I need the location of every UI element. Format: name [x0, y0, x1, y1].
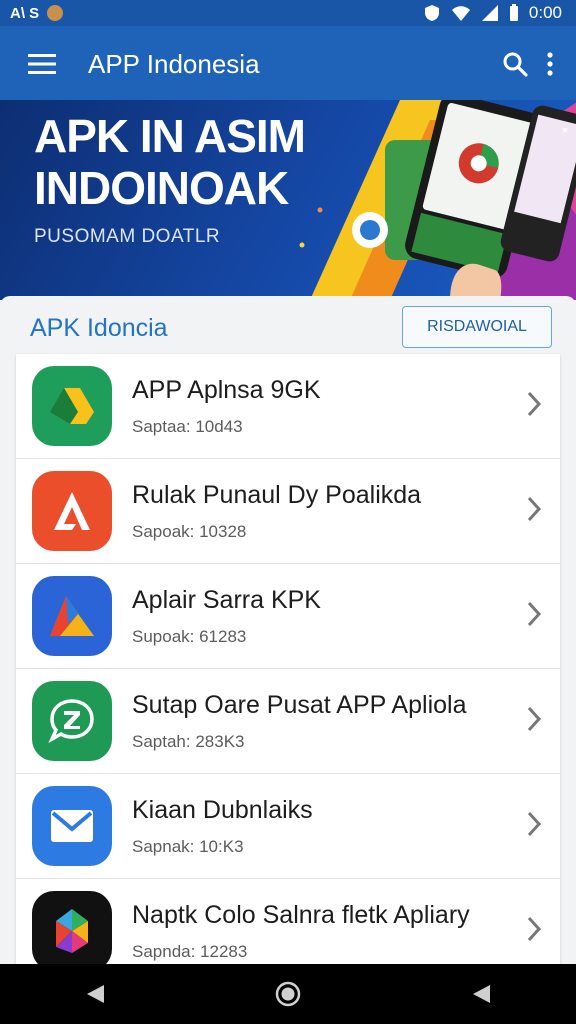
chevron-right-icon — [527, 391, 542, 417]
diamond-logo-icon — [56, 909, 88, 953]
letter-a-icon — [54, 492, 90, 530]
menu-button[interactable] — [12, 53, 72, 75]
shield-icon — [424, 5, 439, 21]
clock: 0:00 — [528, 3, 562, 22]
chevron-right-icon — [527, 706, 542, 732]
chevron-right-icon — [527, 811, 542, 837]
chevron-right-icon — [527, 916, 542, 942]
app-icon-drive — [32, 366, 112, 446]
notification-avatar-icon — [47, 5, 64, 21]
hero-illustration — [299, 100, 576, 300]
app-name: Sutap Oare Pusat APP Apliola — [132, 690, 467, 719]
status-bar: A\ S 0:00 — [0, 0, 576, 26]
app-name: APP Aplnsa 9GK — [132, 375, 321, 404]
list-item-app-5[interactable]: Kiaan Dubnlaiks Sapnak: 10:K3 — [16, 774, 560, 879]
hero-title-line1: APK IN ASIM — [34, 110, 306, 162]
app-icon-diamond — [32, 891, 112, 971]
app-size: Saptaa: 10d43 — [132, 416, 243, 436]
chat-bubble-icon — [48, 699, 94, 744]
chevron-right-icon — [527, 601, 542, 627]
app-name: Aplair Sarra KPK — [132, 585, 321, 614]
app-bar: APP Indonesia — [0, 26, 576, 102]
list-item-app-1[interactable]: APP Aplnsa 9GK Saptaa: 10d43 — [16, 354, 560, 459]
chevron-right-icon — [527, 496, 542, 522]
more-vert-icon[interactable] — [546, 51, 554, 77]
search-icon[interactable] — [502, 51, 528, 77]
home-icon[interactable] — [275, 981, 301, 1007]
app-size: Sapoak: 10328 — [132, 521, 247, 541]
app-size: Supoak: 61283 — [132, 626, 247, 646]
battery-icon — [509, 4, 518, 21]
app-icon-letter-a — [32, 471, 112, 551]
section-title: APK Idoncia — [30, 314, 168, 342]
hamburger-icon — [28, 54, 56, 74]
app-icon-chat-bubble — [32, 681, 112, 761]
system-nav-bar — [0, 964, 576, 1024]
app-list: APP Aplnsa 9GK Saptaa: 10d43 Rulak Punau… — [16, 354, 560, 983]
app-size: Saptah: 283K3 — [132, 731, 245, 751]
app-size: Sapnda: 12283 — [132, 941, 248, 961]
list-item-app-3[interactable]: Aplair Sarra KPK Supoak: 61283 — [16, 564, 560, 669]
notification-text: A\ S — [10, 4, 40, 22]
recents-icon[interactable] — [470, 983, 492, 1005]
wifi-icon — [451, 6, 470, 21]
triangle-logo-icon — [50, 596, 94, 636]
app-name: Kiaan Dubnlaiks — [132, 795, 313, 824]
hero-title-line2: INDOINOAK — [34, 162, 289, 214]
signal-icon — [481, 5, 498, 21]
app-icon-triangle — [32, 576, 112, 656]
app-size: Sapnak: 10:K3 — [132, 836, 244, 856]
section-action-button[interactable]: RISDAWOIAL — [402, 306, 552, 348]
content-sheet: APK Idoncia RISDAWOIAL APP Aplnsa 9GK Sa… — [0, 296, 576, 983]
app-name: Naptk Colo Salnra fletk Apliary — [132, 900, 470, 929]
list-item-app-2[interactable]: Rulak Punaul Dy Poalikda Sapoak: 10328 — [16, 459, 560, 564]
mail-icon — [51, 810, 93, 842]
hero-subtitle: PUSOMAM DOATLR — [34, 226, 221, 247]
hero-banner: APK IN ASIM INDOINOAK PUSOMAM DOATLR — [0, 100, 576, 300]
hero-title: APK IN ASIM INDOINOAK — [34, 110, 306, 214]
drive-icon — [50, 388, 94, 424]
back-icon[interactable] — [84, 983, 106, 1005]
app-icon-mail — [32, 786, 112, 866]
page-title: APP Indonesia — [88, 48, 260, 79]
list-item-app-4[interactable]: Sutap Oare Pusat APP Apliola Saptah: 283… — [16, 669, 560, 774]
app-name: Rulak Punaul Dy Poalikda — [132, 480, 422, 509]
